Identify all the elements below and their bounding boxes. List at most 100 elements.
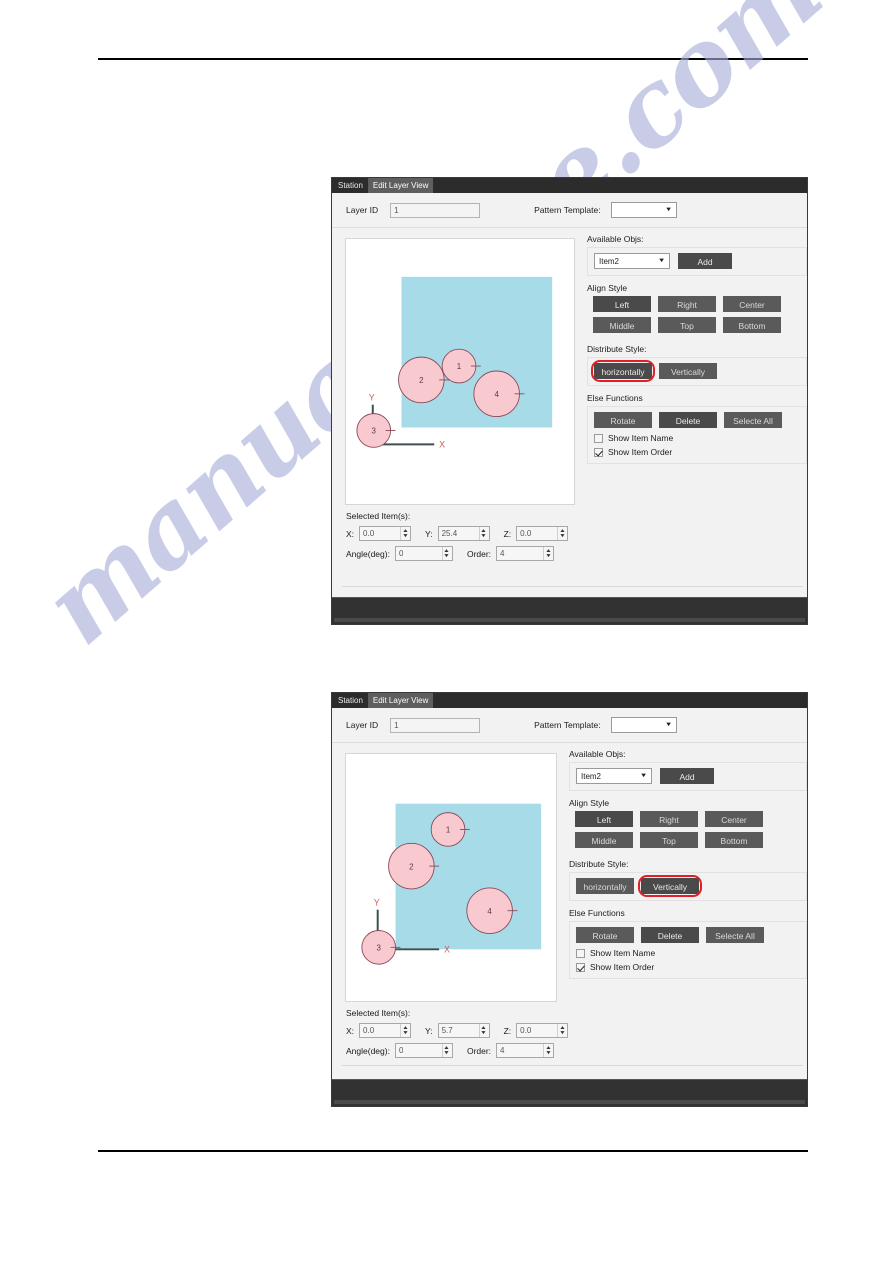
delete-button[interactable]: Delete <box>659 412 717 428</box>
align-style-row-1: Left Right Center <box>593 296 801 312</box>
layer-id-input[interactable]: 1 <box>390 717 481 733</box>
edit-layer-view-dialog-1: Station Edit Layer View Layer ID 1 Patte… <box>331 177 808 625</box>
y-label: Y: <box>425 1025 433 1036</box>
show-item-order-checkbox-row[interactable]: Show Item Order <box>594 447 800 457</box>
layer-id-input[interactable]: 1 <box>390 202 481 218</box>
show-item-order-checkbox-row[interactable]: Show Item Order <box>576 962 800 972</box>
distribute-horizontally-button[interactable]: horizontally <box>591 360 655 382</box>
right-panel: Available Objs: Item2 ▼ Add Align Style … <box>575 228 807 505</box>
svg-text:4: 4 <box>494 390 499 399</box>
align-top-button[interactable]: Top <box>658 317 716 333</box>
y-stepper[interactable]: 25.4 ▲ ▼ <box>437 526 490 541</box>
show-item-order-checkbox[interactable] <box>594 447 603 457</box>
page-header-rule <box>98 58 808 60</box>
title-bar: Station Edit Layer View <box>332 693 807 708</box>
selected-items-row-2: Angle(deg): 0 ▲ ▼ Order: 4 ▲ ▼ <box>346 546 807 561</box>
available-objs-select[interactable]: Item2 ▼ <box>576 768 652 784</box>
angle-value: 0 <box>398 1045 404 1055</box>
svg-text:X: X <box>439 439 445 449</box>
select-all-button[interactable]: Selecte All <box>724 412 782 428</box>
order-value: 4 <box>500 1045 505 1055</box>
delete-button[interactable]: Delete <box>641 927 699 943</box>
align-style-title: Align Style <box>587 283 628 293</box>
selected-items-panel: Selected Item(s): X: 0.0 ▲ ▼ Y: 25.4 ▲ ▼ Z… <box>332 505 807 561</box>
spinner-arrows-icon[interactable]: ▲ ▼ <box>557 527 566 540</box>
align-middle-button[interactable]: Middle <box>575 832 633 848</box>
spinner-arrows-icon[interactable]: ▲ ▼ <box>543 547 552 560</box>
align-center-button[interactable]: Center <box>705 811 763 827</box>
layer-canvas-1[interactable]: Y X 1 2 3 4 <box>345 238 575 505</box>
z-label: Z: <box>503 528 512 539</box>
tab-edit-layer-view[interactable]: Edit Layer View <box>367 178 434 193</box>
z-label: Z: <box>503 1025 512 1036</box>
else-functions-group: Else Functions Rotate Delete Selecte All… <box>569 908 807 979</box>
layer-canvas-2[interactable]: Y X 1 2 3 4 <box>345 753 557 1002</box>
distribute-vertically-button[interactable]: Vertically <box>638 875 702 897</box>
align-bottom-button[interactable]: Bottom <box>705 832 763 848</box>
spinner-arrows-icon[interactable]: ▲ ▼ <box>400 527 409 540</box>
spinner-arrows-icon[interactable]: ▲ ▼ <box>557 1024 566 1037</box>
page-footer-rule <box>98 1150 808 1152</box>
rotate-button[interactable]: Rotate <box>594 412 652 428</box>
spinner-arrows-icon[interactable]: ▲ ▼ <box>441 1044 451 1057</box>
align-left-button[interactable]: Left <box>575 811 633 827</box>
show-item-name-checkbox[interactable] <box>594 433 603 443</box>
available-objs-frame: Item2 ▼ Add <box>587 247 807 276</box>
distribute-vertically-button[interactable]: Vertically <box>659 363 717 379</box>
align-right-button[interactable]: Right <box>658 296 716 312</box>
angle-stepper[interactable]: 0 ▲ ▼ <box>394 1043 453 1058</box>
x-stepper[interactable]: 0.0 ▲ ▼ <box>359 1023 412 1038</box>
header-strip: Layer ID 1 Pattern Template: ▼ <box>332 708 807 743</box>
spinner-arrows-icon[interactable]: ▲ ▼ <box>478 1024 488 1037</box>
menu-station[interactable]: Station <box>338 693 368 708</box>
spinner-arrows-icon[interactable]: ▲ ▼ <box>543 1044 552 1057</box>
x-label: X: <box>346 1025 355 1036</box>
show-item-name-checkbox-row[interactable]: Show Item Name <box>576 948 800 958</box>
show-item-name-checkbox-row[interactable]: Show Item Name <box>594 433 800 443</box>
align-left-button[interactable]: Left <box>593 296 651 312</box>
show-item-name-checkbox[interactable] <box>576 948 585 958</box>
z-stepper[interactable]: 0.0 ▲ ▼ <box>516 526 569 541</box>
svg-text:X: X <box>444 944 450 954</box>
align-style-row-2: Middle Top Bottom <box>593 317 801 333</box>
y-value: 25.4 <box>441 528 458 538</box>
content-row: YX 1234 Available Objs: Item2 ▼ Add Alig… <box>332 228 807 505</box>
pattern-template-select[interactable]: ▼ <box>610 717 677 733</box>
order-stepper[interactable]: 4 ▲ ▼ <box>496 546 555 561</box>
spinner-arrows-icon[interactable]: ▲ ▼ <box>478 527 488 540</box>
dialog-body: Layer ID 1 Pattern Template: ▼ Y X 1 2 3 4 A… <box>332 708 807 1106</box>
order-value: 4 <box>500 548 505 558</box>
select-all-button[interactable]: Selecte All <box>706 927 764 943</box>
svg-text:3: 3 <box>376 944 381 953</box>
align-right-button[interactable]: Right <box>640 811 698 827</box>
align-middle-button[interactable]: Middle <box>593 317 651 333</box>
x-stepper[interactable]: 0.0 ▲ ▼ <box>359 526 412 541</box>
add-button[interactable]: Add <box>660 768 714 784</box>
show-item-order-checkbox[interactable] <box>576 962 585 972</box>
tab-edit-layer-view[interactable]: Edit Layer View <box>367 693 434 708</box>
menu-station[interactable]: Station <box>338 178 368 193</box>
title-bar: Station Edit Layer View <box>332 178 807 193</box>
rotate-button[interactable]: Rotate <box>576 927 634 943</box>
distribute-horizontally-button[interactable]: horizontally <box>576 878 634 894</box>
order-stepper[interactable]: 4 ▲ ▼ <box>496 1043 555 1058</box>
align-center-button[interactable]: Center <box>723 296 781 312</box>
pattern-template-select[interactable]: ▼ <box>610 202 677 218</box>
z-stepper[interactable]: 0.0 ▲ ▼ <box>516 1023 569 1038</box>
else-functions-row: Rotate Delete Selecte All <box>594 412 800 428</box>
panel-separator <box>342 1065 803 1066</box>
x-value: 0.0 <box>363 528 375 538</box>
selected-items-row-1: X: 0.0 ▲ ▼ Y: 25.4 ▲ ▼ Z: 0.0 ▲ ▼ <box>346 526 807 541</box>
angle-stepper[interactable]: 0 ▲ ▼ <box>394 546 453 561</box>
add-button[interactable]: Add <box>678 253 732 269</box>
pattern-template-label: Pattern Template: <box>534 205 601 215</box>
y-label: Y: <box>425 528 433 539</box>
spinner-arrows-icon[interactable]: ▲ ▼ <box>400 1024 409 1037</box>
align-top-button[interactable]: Top <box>640 832 698 848</box>
align-bottom-button[interactable]: Bottom <box>723 317 781 333</box>
available-objs-select[interactable]: Item2 ▼ <box>594 253 670 269</box>
spinner-arrows-icon[interactable]: ▲ ▼ <box>441 547 451 560</box>
y-stepper[interactable]: 5.7 ▲ ▼ <box>437 1023 490 1038</box>
selected-items-row-2: Angle(deg): 0 ▲ ▼ Order: 4 ▲ ▼ <box>346 1043 807 1058</box>
show-item-name-label: Show Item Name <box>590 948 656 958</box>
